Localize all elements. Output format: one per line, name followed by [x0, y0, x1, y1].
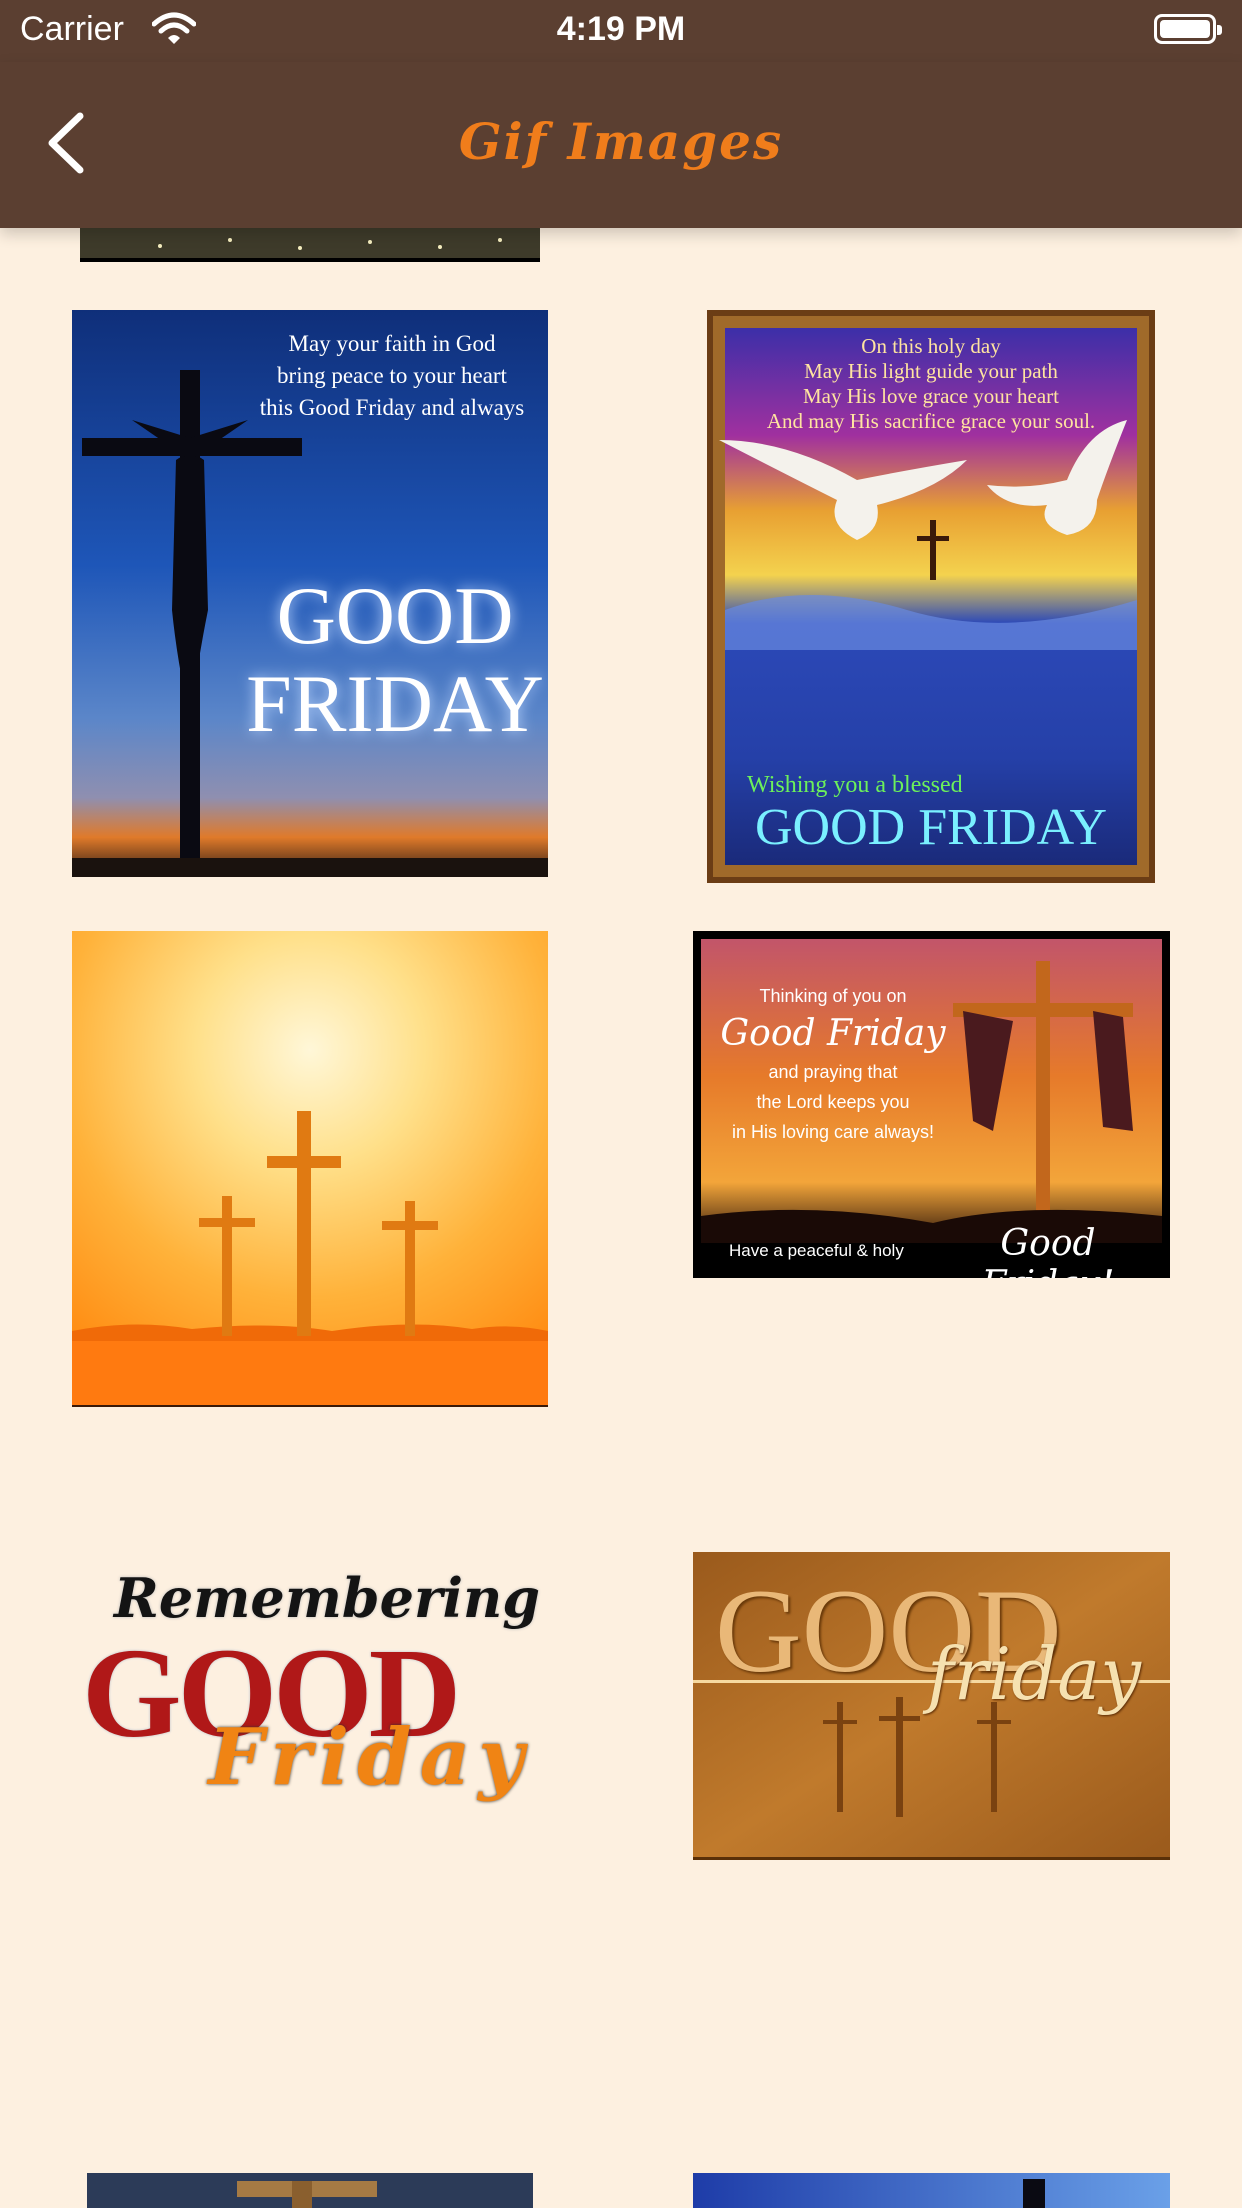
img2-line1: On this holy day — [861, 334, 1001, 358]
img2-big: GOOD FRIDAY — [754, 799, 1107, 856]
status-bar: Carrier 4:19 PM — [0, 0, 1242, 62]
img4-footer2: Good Friday! — [981, 1223, 1114, 1278]
gif-thumbnail-faith-good-friday[interactable]: May your faith in God bring peace to you… — [72, 310, 548, 877]
clock: 4:19 PM — [556, 10, 686, 48]
gif-thumbnail-good-friday-brown[interactable]: GOOD friday — [693, 1552, 1170, 1860]
img1-line1: May your faith in God — [288, 331, 496, 356]
img6-script: friday — [927, 1632, 1141, 1716]
img1-big2: FRIDAY — [246, 658, 544, 749]
gif-thumbnail-three-crosses[interactable] — [72, 931, 548, 1407]
img1-caption: May your faith in God bring peace to you… — [242, 328, 542, 424]
navigation-bar: Gif Images — [0, 62, 1242, 228]
img4-script1: Good Friday — [720, 1013, 946, 1054]
gif-thumbnail-remembering-good-friday[interactable]: Remembering GOOD Friday — [72, 1552, 548, 1852]
img2-line4: And may His sacrifice grace your soul. — [766, 409, 1096, 433]
img2-wish: Wishing you a blessed — [747, 772, 963, 798]
img4-message: Thinking of you on Good Friday and prayi… — [713, 981, 953, 1147]
img2-verse: On this holy day May His light guide you… — [727, 334, 1135, 434]
img2-line3: May His love grace your heart — [803, 384, 1059, 408]
img4-line1: Thinking of you on — [759, 986, 907, 1006]
img4-line4: in His loving care always! — [731, 1122, 935, 1142]
gif-thumbnail-bottom-right-partial[interactable] — [693, 2173, 1170, 2208]
img4-footer1: Have a peaceful & holy — [729, 1241, 904, 1260]
img1-line3: this Good Friday and always — [259, 395, 525, 420]
battery-icon — [1154, 14, 1222, 44]
img1-headline: GOOD FRIDAY — [242, 572, 548, 748]
img4-line3: the Lord keeps you — [756, 1092, 910, 1112]
img1-big1: GOOD — [276, 570, 514, 661]
img4-line2: and praying that — [768, 1062, 898, 1082]
gif-thumbnail-holy-day-doves[interactable]: On this holy day May His light guide you… — [707, 310, 1155, 883]
gif-thumbnail-top-partial[interactable] — [80, 228, 540, 262]
page-title: Gif Images — [458, 112, 784, 171]
gif-thumbnail-bottom-left-partial[interactable] — [87, 2173, 533, 2208]
img5-script: Friday — [208, 1712, 532, 1803]
img1-line2: bring peace to your heart — [277, 363, 507, 388]
gif-thumbnail-thinking-of-you[interactable]: Thinking of you on Good Friday and prayi… — [693, 931, 1170, 1278]
img2-line2: May His light guide your path — [804, 359, 1058, 383]
